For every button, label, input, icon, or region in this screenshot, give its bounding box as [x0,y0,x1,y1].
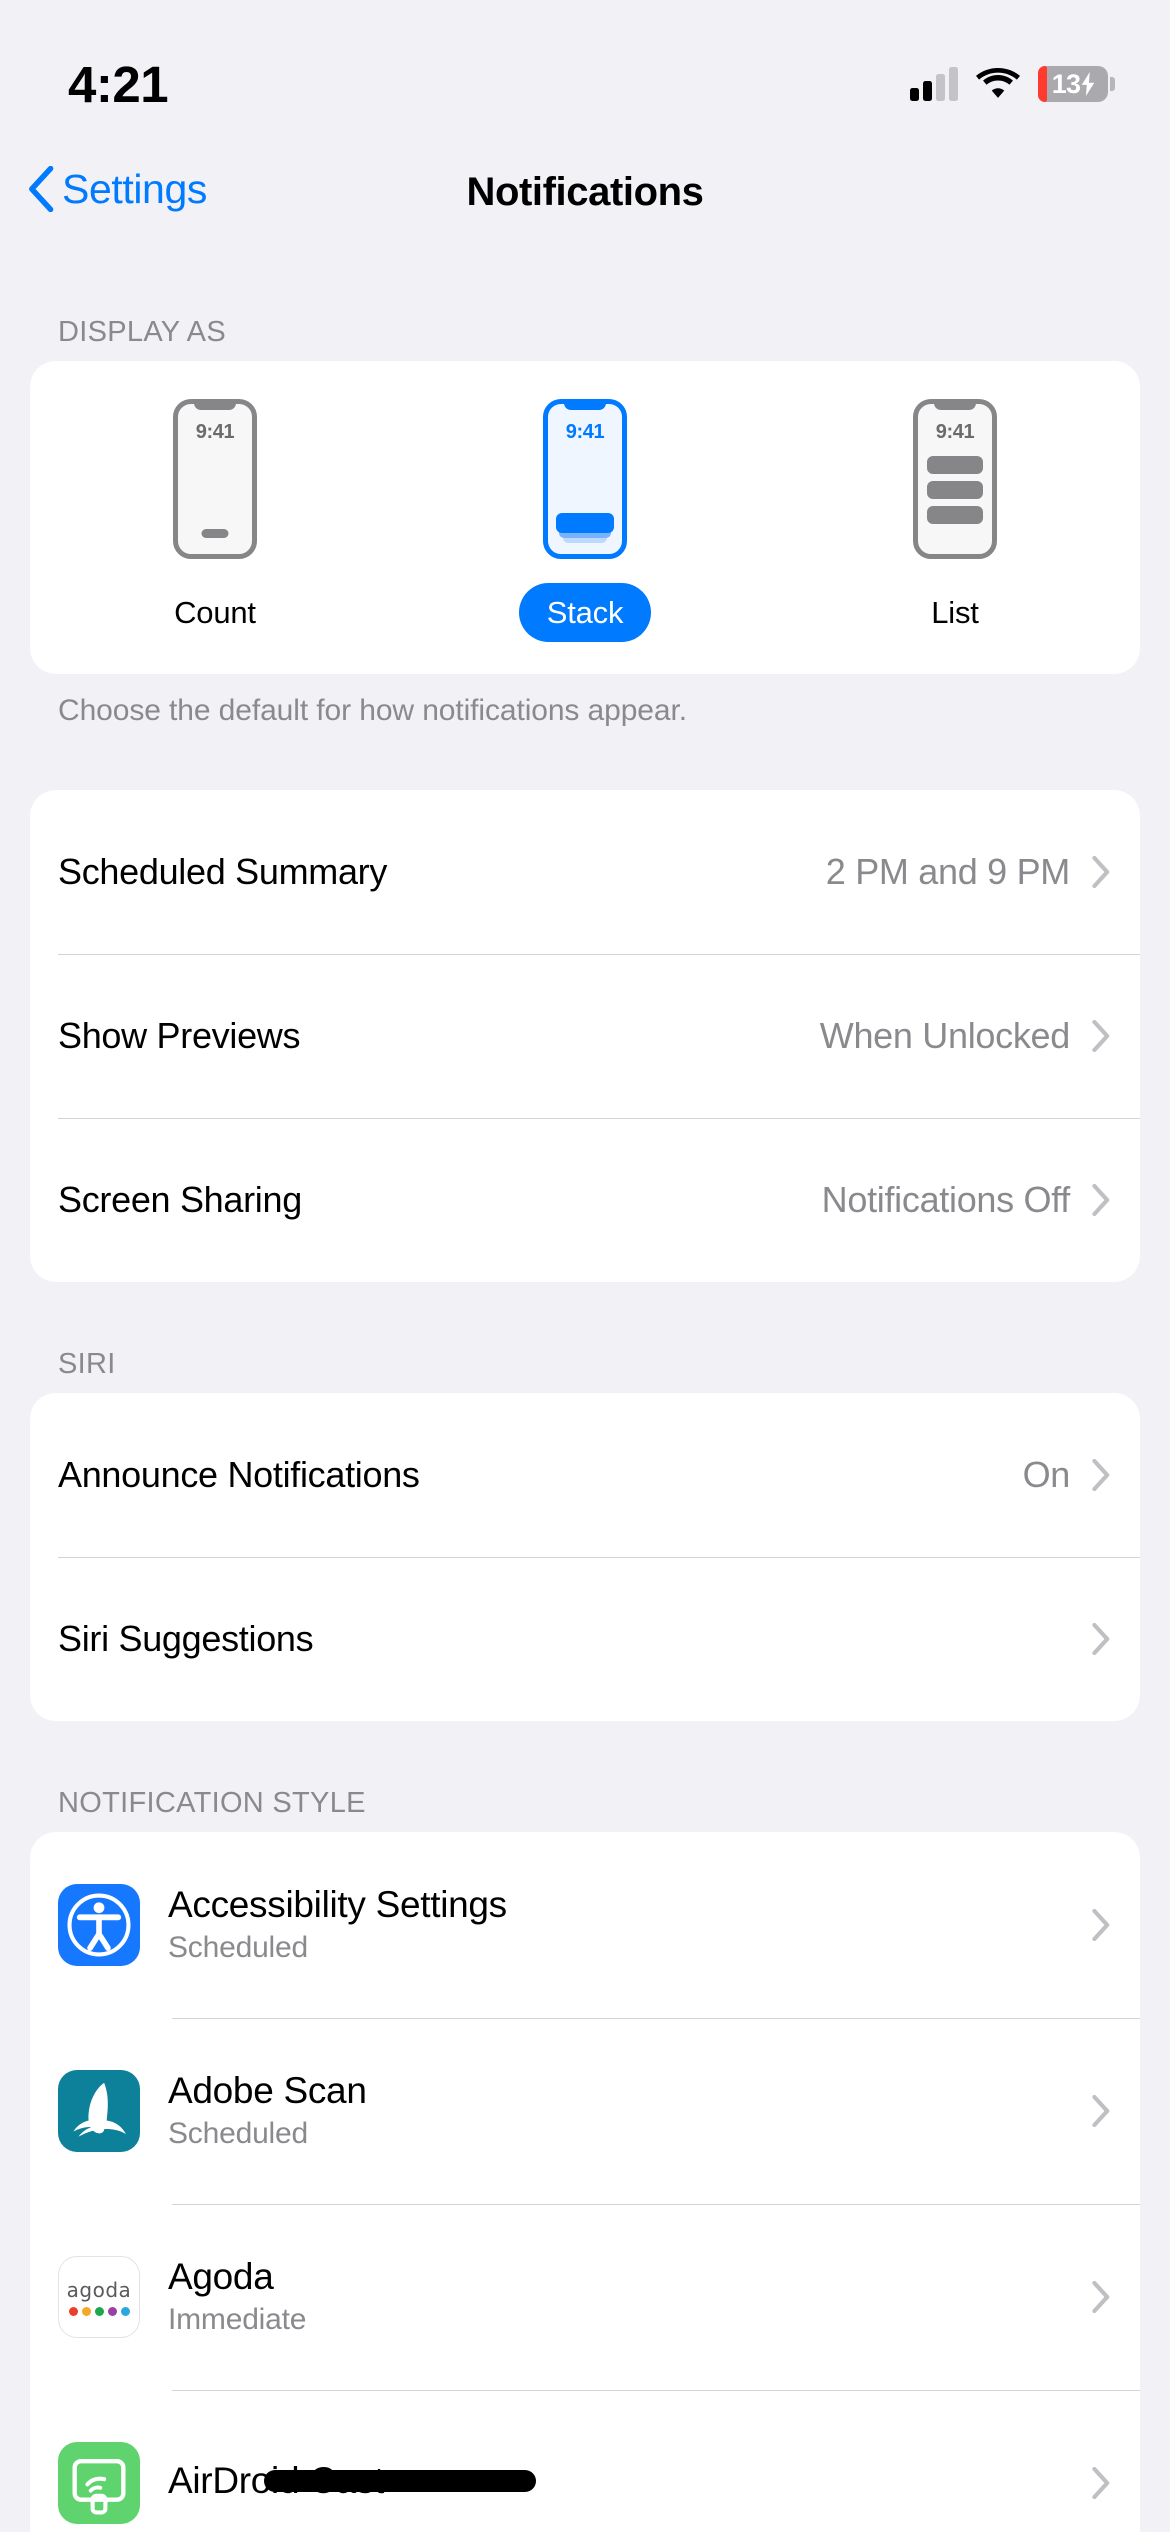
app-row-airdroid-cast[interactable]: AirDroid Cast [30,2390,1140,2532]
chevron-right-icon [1092,1623,1110,1655]
display-option-stack[interactable]: 9:41 Stack [485,399,685,642]
app-row-agoda[interactable]: agoda Agoda Immediate [30,2204,1140,2390]
row-announce-notifications[interactable]: Announce Notifications On [30,1393,1140,1557]
airdroid-cast-icon [58,2442,140,2524]
display-option-count[interactable]: 9:41 Count [115,399,315,642]
app-name: Accessibility Settings [168,1884,507,1926]
adobe-scan-icon [58,2070,140,2152]
count-indicator-pill [201,529,229,538]
chevron-right-icon [1092,1020,1110,1052]
siri-settings-card: Announce Notifications On Siri Suggestio… [30,1393,1140,1721]
app-delivery-status: Immediate [168,2303,307,2337]
navigation-bar: Settings Notifications [0,140,1170,258]
redaction-bar [264,2469,536,2492]
status-bar-indicators: 13 [910,66,1115,102]
row-value: When Unlocked [819,1015,1071,1056]
chevron-right-icon [1092,2467,1110,2499]
list-indicator [927,456,983,524]
app-row-text: Accessibility Settings Scheduled [168,1884,1092,1965]
general-settings-card: Scheduled Summary 2 PM and 9 PM Show Pre… [30,790,1140,1282]
app-row-text: AirDroid Cast [168,2460,1092,2507]
row-label: Screen Sharing [58,1179,302,1220]
row-value: Notifications Off [821,1179,1071,1220]
app-name: Agoda [168,2256,274,2298]
chevron-right-icon [1092,1459,1110,1491]
status-bar-time: 4:21 [68,55,169,113]
row-label: Announce Notifications [58,1454,420,1495]
accessibility-icon [58,1884,140,1966]
display-option-list[interactable]: 9:41 List [855,399,1055,642]
section-header-display-as: DISPLAY AS [58,316,226,348]
row-value: 2 PM and 9 PM [825,851,1071,892]
cellular-signal-icon [910,67,958,101]
battery-icon: 13 [1038,66,1115,102]
chevron-right-icon [1092,1184,1110,1216]
phone-notch [934,399,976,410]
section-header-notification-style: NOTIFICATION STYLE [58,1787,366,1819]
app-row-accessibility-settings[interactable]: Accessibility Settings Scheduled [30,1832,1140,2018]
settings-scroll-view[interactable]: DISPLAY AS 9:41 Count 9:41 Stack 9:41 Li… [0,258,1170,2532]
app-delivery-status: Scheduled [168,1931,308,1965]
section-header-siri: SIRI [58,1348,116,1380]
phone-notch [194,399,236,410]
phone-preview-clock: 9:41 [565,421,605,443]
display-option-label-count: Count [174,595,256,630]
chevron-right-icon [1092,2095,1110,2127]
phone-preview-count: 9:41 [173,399,257,559]
chevron-right-icon [1092,856,1110,888]
row-value: On [1022,1454,1071,1495]
phone-notch [564,399,606,410]
agoda-wordmark: agoda [66,2278,132,2302]
chevron-right-icon [1092,2281,1110,2313]
app-row-text: Adobe Scan Scheduled [168,2070,1092,2151]
phone-preview-stack: 9:41 [543,399,627,559]
page-title: Notifications [466,170,704,214]
row-screen-sharing[interactable]: Screen Sharing Notifications Off [30,1118,1140,1282]
section-footer-display-as: Choose the default for how notifications… [58,694,687,727]
wifi-icon [976,68,1020,98]
row-label: Show Previews [58,1015,301,1056]
row-scheduled-summary[interactable]: Scheduled Summary 2 PM and 9 PM [30,790,1140,954]
agoda-dots [68,2307,130,2316]
battery-level-label: 13 [1051,68,1081,99]
phone-preview-clock: 9:41 [935,421,975,443]
app-name: Adobe Scan [168,2070,367,2112]
row-show-previews[interactable]: Show Previews When Unlocked [30,954,1140,1118]
phone-preview-list: 9:41 [913,399,997,559]
display-as-options: 9:41 Count 9:41 Stack 9:41 List [30,399,1140,642]
row-label: Scheduled Summary [58,851,388,892]
display-as-card: 9:41 Count 9:41 Stack 9:41 List [30,361,1140,674]
agoda-icon: agoda [58,2256,140,2338]
display-option-label-list: List [931,595,979,630]
stack-indicator [556,513,614,543]
app-delivery-status: Scheduled [168,2117,308,2151]
status-bar: 4:21 13 [0,0,1170,140]
charging-bolt-icon [1081,72,1095,96]
battery-fill [1038,66,1048,102]
app-row-text: Agoda Immediate [168,2256,1092,2337]
chevron-right-icon [1092,1909,1110,1941]
app-row-adobe-scan[interactable]: Adobe Scan Scheduled [30,2018,1140,2204]
row-siri-suggestions[interactable]: Siri Suggestions [30,1557,1140,1721]
phone-preview-clock: 9:41 [195,421,235,443]
display-option-label-stack: Stack [518,583,652,642]
row-label: Siri Suggestions [58,1618,314,1659]
notification-style-card: Accessibility Settings Scheduled Adobe S… [30,1832,1140,2532]
